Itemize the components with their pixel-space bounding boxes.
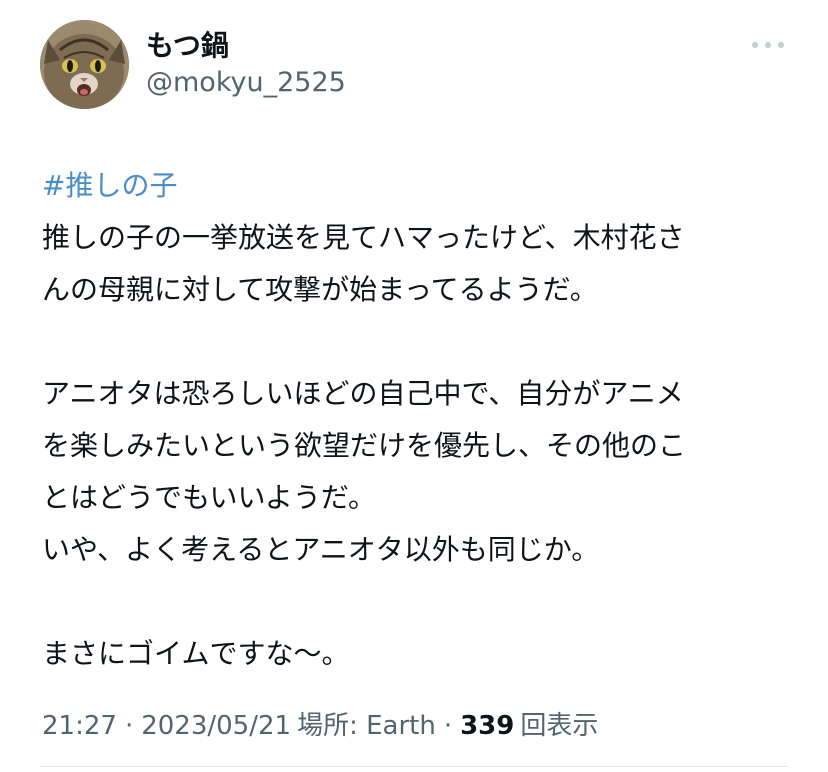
- tweet-line: [42, 576, 802, 628]
- tweet-meta: 21:27 · 2023/05/21 場所: Earth · 339 回表示: [42, 706, 598, 746]
- display-name[interactable]: もつ鍋: [146, 28, 229, 64]
- meta-separator: ·: [124, 711, 134, 741]
- tweet-line: いや、よく考えるとアニオタ以外も同じか。: [42, 533, 600, 566]
- views-label: 回表示: [520, 711, 599, 741]
- hashtag-link[interactable]: #推しの子: [42, 169, 177, 202]
- user-handle[interactable]: @mokyu_2525: [146, 66, 346, 100]
- tweet-detail: もつ鍋 @mokyu_2525 #推しの子 推しの子の一挙放送を見てハマったけど…: [0, 0, 828, 772]
- tweet-line: を楽しみたいという欲望だけを優先し、その他のこ: [42, 429, 687, 462]
- more-dots-icon: [778, 42, 784, 48]
- tweet-line: まさにゴイムですな〜。: [42, 637, 350, 670]
- tweet-line: [42, 316, 802, 368]
- more-options-button[interactable]: [748, 30, 788, 60]
- tweet-line: アニオタは恐ろしいほどの自己中で、自分がアニメ: [42, 377, 684, 410]
- tweet-line: とはどうでもいいようだ。: [42, 481, 377, 514]
- meta-separator: ·: [443, 711, 453, 741]
- tweet-location[interactable]: 場所: Earth: [297, 706, 436, 746]
- more-dots-icon: [752, 42, 758, 48]
- tweet-line: 推しの子の一挙放送を見てハマったけど、木村花さ: [42, 221, 685, 254]
- tweet-time[interactable]: 21:27: [42, 706, 117, 746]
- avatar[interactable]: [40, 20, 129, 109]
- divider: [40, 766, 788, 767]
- more-dots-icon: [765, 42, 771, 48]
- tweet-line: んの母親に対して攻撃が始まってるようだ。: [42, 273, 598, 306]
- cat-photo-avatar: [40, 20, 129, 109]
- tweet-text: #推しの子 推しの子の一挙放送を見てハマったけど、木村花さ んの母親に対して攻撃…: [42, 160, 802, 680]
- tweet-date[interactable]: 2023/05/21: [141, 706, 291, 746]
- views-count: 339: [460, 711, 515, 741]
